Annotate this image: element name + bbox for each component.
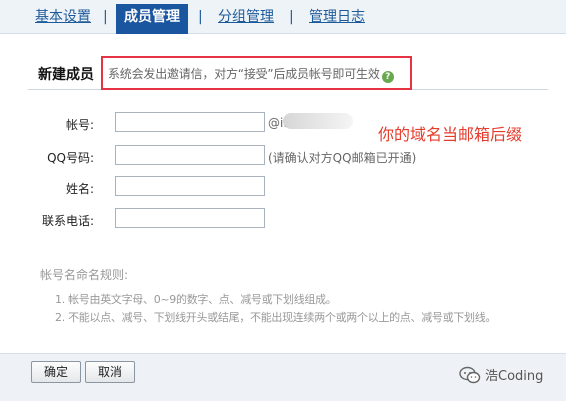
tab-separator: |	[103, 9, 108, 25]
account-input[interactable]	[115, 112, 265, 132]
invite-hint: 系统会发出邀请信，对方“接受”后成员帐号即可生效?	[108, 65, 394, 83]
tab-group-management[interactable]: 分组管理	[218, 7, 274, 27]
qq-hint: (请确认对方QQ邮箱已开通)	[268, 151, 417, 165]
section-title: 新建成员	[38, 67, 94, 83]
phone-label: 联系电话:	[41, 214, 94, 228]
cancel-button[interactable]: 取消	[85, 361, 135, 383]
confirm-button[interactable]: 确定	[31, 361, 81, 383]
redacted-domain	[283, 113, 353, 129]
watermark-text: 浩Coding	[485, 369, 544, 384]
tab-management-log[interactable]: 管理日志	[309, 7, 365, 27]
watermark: 浩Coding	[459, 365, 543, 384]
name-input[interactable]	[115, 176, 265, 196]
qq-label: QQ号码:	[47, 151, 94, 165]
qq-input[interactable]	[115, 145, 265, 165]
domain-annotation: 你的域名当邮箱后缀	[378, 125, 523, 144]
wechat-icon	[459, 366, 481, 384]
name-label: 姓名:	[65, 182, 94, 196]
footer-bar: 确定 取消 浩Coding	[0, 353, 566, 401]
hint-highlight-box: 系统会发出邀请信，对方“接受”后成员帐号即可生效?	[101, 56, 412, 90]
tab-bar: 基本设置 | 成员管理 | 分组管理 | 管理日志	[0, 0, 566, 34]
tab-separator: |	[198, 9, 203, 25]
naming-rule-1: 1. 帐号由英文字母、0~9的数字、点、减号或下划线组成。	[55, 293, 337, 306]
help-icon[interactable]: ?	[381, 71, 394, 83]
phone-input[interactable]	[115, 208, 265, 228]
tab-member-management[interactable]: 成员管理	[116, 4, 188, 34]
tab-separator: |	[289, 9, 294, 25]
naming-rules-title: 帐号名命名规则:	[40, 268, 129, 282]
naming-rule-2: 2. 不能以点、减号、下划线开头或结尾，不能出现连续两个或两个以上的点、减号或下…	[55, 311, 497, 324]
tab-basic-settings[interactable]: 基本设置	[35, 7, 91, 27]
invite-hint-text: 系统会发出邀请信，对方“接受”后成员帐号即可生效	[108, 67, 380, 81]
account-label: 帐号:	[65, 118, 94, 132]
